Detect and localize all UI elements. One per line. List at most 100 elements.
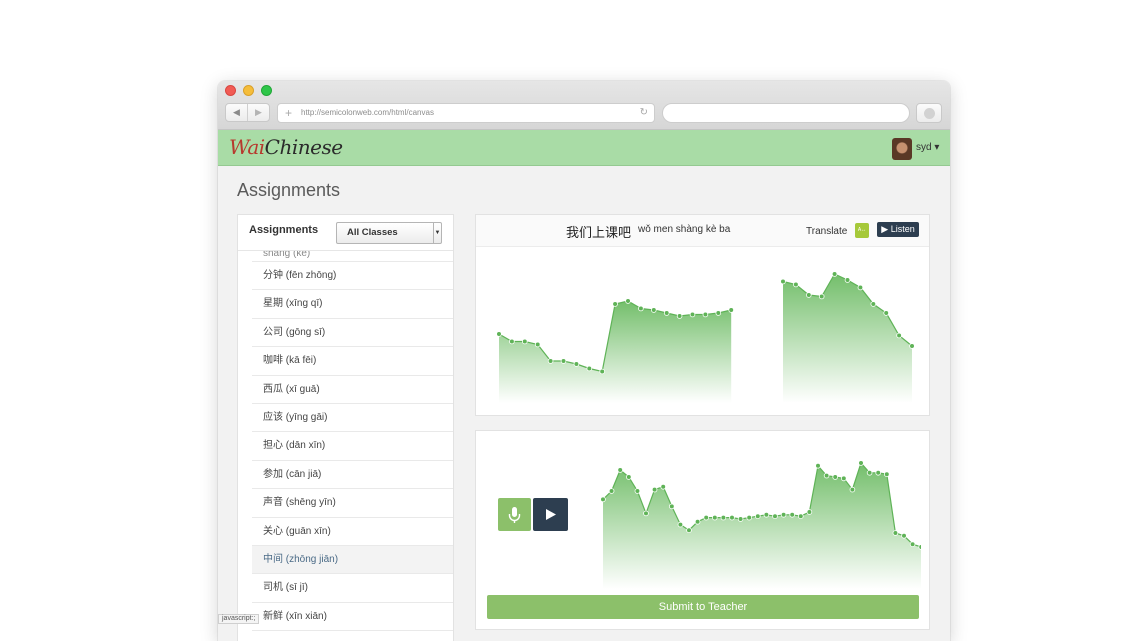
microphone-icon <box>508 507 521 523</box>
list-item[interactable]: 分钟 (fēn zhōng) <box>252 262 453 291</box>
pitch-point <box>534 341 541 348</box>
status-bar: javascript:; <box>218 614 260 624</box>
pitch-point <box>818 293 825 300</box>
page-title: Assignments <box>237 180 341 200</box>
phrase-header: 我们上课吧 wǒ men shàng kè ba Translate A↔ ▶ … <box>476 215 929 247</box>
pitch-point <box>600 496 606 503</box>
reload-icon[interactable]: ↻ <box>640 104 648 122</box>
pitch-point <box>857 284 864 291</box>
recording-pitch-chart <box>600 460 921 589</box>
pitch-point <box>844 277 851 283</box>
back-button[interactable]: ◀ <box>226 104 247 121</box>
translate-icon[interactable]: A↔ <box>855 223 869 238</box>
pitch-point <box>780 512 787 518</box>
pitch-point <box>746 514 753 521</box>
pitch-area-segment <box>603 463 921 589</box>
pitch-point <box>677 521 684 528</box>
avatar[interactable] <box>892 138 912 160</box>
app-logo[interactable]: WaiChinese <box>229 135 343 159</box>
user-menu-toggle[interactable]: syd ▾ <box>916 142 939 153</box>
pitch-point <box>823 472 830 479</box>
pitch-point <box>849 486 856 493</box>
translate-label: Translate <box>806 226 848 237</box>
browser-titlebar: ◀ ▶ + http://semicolonweb.com/html/canva… <box>218 81 950 130</box>
pitch-point <box>625 474 632 480</box>
pitch-point <box>547 358 554 364</box>
pitch-point <box>789 512 796 518</box>
pitch-point <box>634 488 641 494</box>
list-item[interactable]: shàng (kè) <box>252 251 453 262</box>
list-item[interactable]: 应该 (yīng gāi) <box>252 404 453 433</box>
listen-button[interactable]: ▶ Listen <box>877 222 919 237</box>
new-tab-icon[interactable]: + <box>285 104 292 122</box>
list-item[interactable]: 西瓜 (xī guā) <box>252 376 453 404</box>
list-item[interactable]: 中间 (zhōng jiān) <box>252 545 453 575</box>
pitch-point <box>643 510 649 517</box>
address-bar[interactable]: + http://semicolonweb.com/html/canvas ↻ <box>277 103 655 123</box>
list-item[interactable]: 公司 (gōng sī) <box>252 319 453 348</box>
pitch-point <box>755 513 761 519</box>
pitch-point <box>663 310 670 316</box>
pitch-point <box>660 483 666 490</box>
list-item[interactable]: 声音 (shēng yīn) <box>252 489 453 518</box>
pitch-point <box>737 516 744 522</box>
pitch-point <box>909 541 916 547</box>
pitch-point <box>676 313 683 319</box>
sidebar-title: Assignments <box>249 224 319 236</box>
logo-chinese: Chinese <box>264 135 343 159</box>
forward-button[interactable]: ▶ <box>247 104 269 121</box>
class-filter-select[interactable]: All Classes ▼ <box>336 222 442 244</box>
app-header: WaiChinese syd ▾ <box>218 130 950 166</box>
pitch-point <box>617 467 624 473</box>
record-button[interactable] <box>498 498 531 531</box>
pitch-point <box>715 310 722 316</box>
pitch-point <box>815 462 821 469</box>
pitch-point <box>780 278 786 285</box>
list-item[interactable]: 新鲜 (xīn xiān) <box>252 603 453 632</box>
pitch-point <box>720 514 727 521</box>
list-item[interactable]: 司机 (sī jī) <box>252 574 453 603</box>
pitch-point <box>625 298 631 304</box>
list-item[interactable]: 星期 (xīng qī) <box>252 290 453 319</box>
pitch-point <box>638 305 644 312</box>
pitch-point <box>694 519 701 525</box>
play-recording-button[interactable] <box>533 498 568 531</box>
pitch-point <box>798 513 804 519</box>
extension-button[interactable] <box>916 103 942 123</box>
pitch-point <box>703 514 709 521</box>
pitch-point <box>841 475 847 482</box>
pitch-point <box>509 338 515 345</box>
pitch-point <box>805 292 812 298</box>
pitch-point <box>669 503 675 510</box>
phrase-card: 我们上课吧 wǒ men shàng kè ba Translate A↔ ▶ … <box>475 214 930 416</box>
pitch-point <box>599 368 605 375</box>
minimize-window-button[interactable] <box>243 85 254 96</box>
pitch-area-segment <box>783 274 912 403</box>
sidebar-header: Assignments All Classes ▼ <box>238 215 453 251</box>
close-window-button[interactable] <box>225 85 236 96</box>
pitch-point <box>608 488 615 494</box>
main-content: Assignments Assignments All Classes ▼ sh… <box>218 166 950 641</box>
pitch-point <box>651 307 657 313</box>
pitch-point <box>702 311 709 318</box>
browser-search-input[interactable] <box>662 103 910 123</box>
submit-to-teacher-button[interactable]: Submit to Teacher <box>487 595 919 619</box>
reference-pitch-chart <box>496 271 915 403</box>
pitch-area-segment <box>499 301 732 403</box>
pitch-point <box>728 307 735 313</box>
pitch-point <box>875 469 882 476</box>
pitch-point <box>832 474 839 480</box>
word-list: shàng (kè) 分钟 (fēn zhōng) 星期 (xīng qī) 公司 (… <box>252 251 453 632</box>
list-item[interactable]: 关心 (guān xīn) <box>252 518 453 546</box>
list-item[interactable]: 担心 (dān xīn) <box>252 432 453 461</box>
pitch-point <box>883 471 890 478</box>
pitch-point <box>521 338 528 345</box>
pitch-point <box>612 301 618 307</box>
pitch-point <box>586 365 593 372</box>
pitch-point <box>573 361 580 367</box>
class-filter-value: All Classes <box>347 227 398 238</box>
list-item[interactable]: 参加 (cān jiā) <box>252 461 453 490</box>
history-buttons: ◀ ▶ <box>225 103 270 122</box>
maximize-window-button[interactable] <box>261 85 272 96</box>
list-item[interactable]: 咖啡 (kā fēi) <box>252 347 453 376</box>
